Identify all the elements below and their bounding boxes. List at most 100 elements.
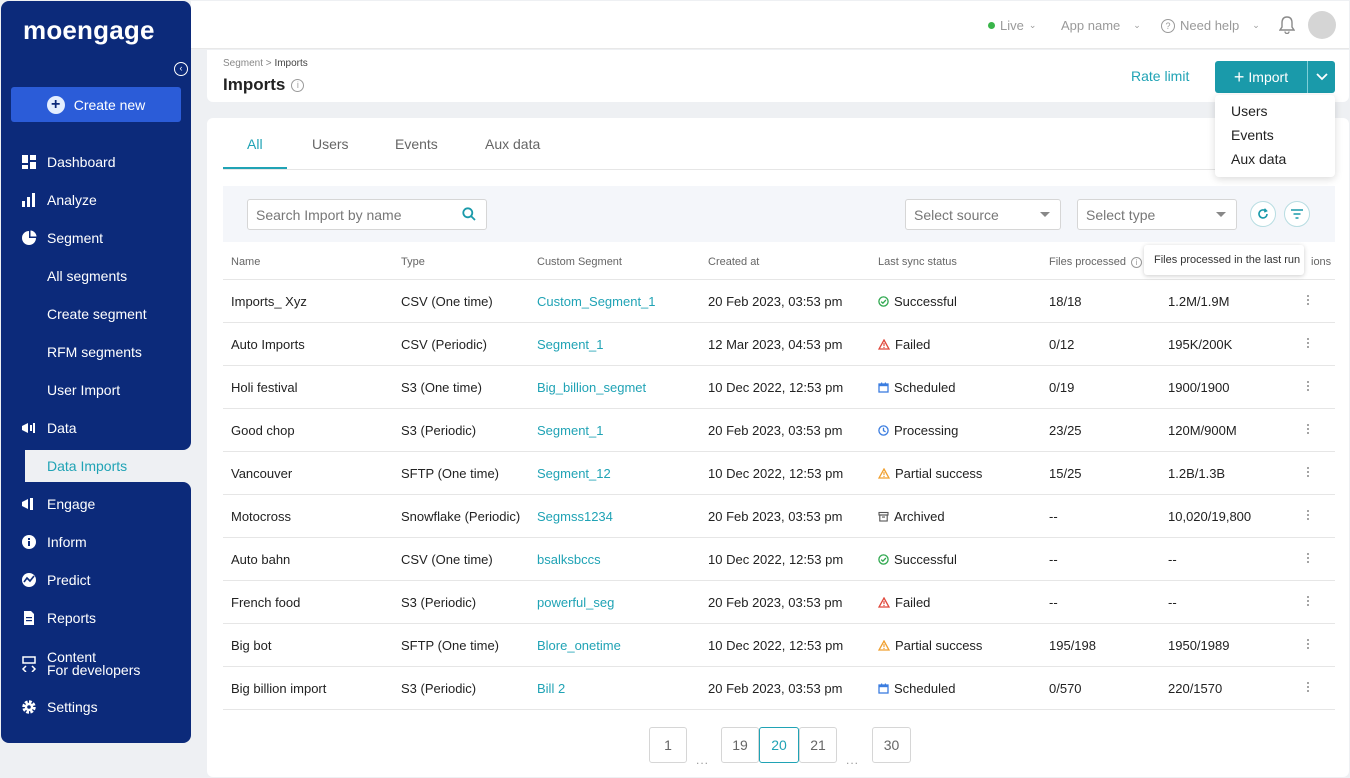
more-actions-icon[interactable] <box>1306 293 1310 307</box>
cell-custom-segment[interactable]: powerful_seg <box>537 595 614 610</box>
moengage-logo[interactable]: moengage <box>23 15 155 46</box>
more-actions-icon[interactable] <box>1306 422 1310 436</box>
predict-icon <box>22 573 36 587</box>
more-actions-icon[interactable] <box>1306 594 1310 608</box>
sidebar-item-rfm-segments[interactable]: RFM segments <box>1 337 191 367</box>
plus-icon: + <box>46 95 65 114</box>
more-actions-icon[interactable] <box>1306 508 1310 522</box>
column-header-files-processed[interactable]: Files processed i <box>1049 256 1143 268</box>
tab-aux-data[interactable]: Aux data <box>485 136 540 152</box>
info-icon[interactable]: i <box>291 78 305 92</box>
table-row[interactable]: Good chop S3 (Periodic) Segment_1 20 Feb 20… <box>223 409 1335 452</box>
page-button-20[interactable]: 20 <box>759 727 799 763</box>
info-icon[interactable]: i <box>1131 256 1143 268</box>
column-header-name[interactable]: Name <box>231 256 260 268</box>
import-menu-item-aux-data[interactable]: Aux data <box>1215 151 1335 175</box>
sidebar-item-segment[interactable]: Segment <box>1 223 191 253</box>
need-help-menu[interactable]: ? Need help ⌄ <box>1161 18 1260 33</box>
table-row[interactable]: Vancouver SFTP (One time) Segment_12 10 Dec… <box>223 452 1335 495</box>
sidebar-item-user-import[interactable]: User Import <box>1 375 191 405</box>
imports-card: All Users Events Aux data Select source … <box>207 118 1349 777</box>
app-selector[interactable]: App name ⌄ <box>1061 18 1141 33</box>
cell-files-processed: 23/25 <box>1049 423 1082 438</box>
cell-files-processed: 18/18 <box>1049 294 1082 309</box>
sidebar-item-data-imports[interactable]: Data Imports <box>1 451 191 481</box>
cell-status: Successful <box>878 552 957 567</box>
sidebar-item-analyze[interactable]: Analyze <box>1 185 191 215</box>
page-button-1[interactable]: 1 <box>649 727 687 763</box>
cell-files-processed: 195/198 <box>1049 638 1096 653</box>
refresh-button[interactable] <box>1250 201 1276 227</box>
tab-users[interactable]: Users <box>312 136 349 152</box>
cell-custom-segment[interactable]: Big_billion_segmet <box>537 380 646 395</box>
table-row[interactable]: French food S3 (Periodic) powerful_seg 20 F… <box>223 581 1335 624</box>
sidebar-item-inform[interactable]: Inform <box>1 527 191 557</box>
files-processed-tooltip: Files processed in the last run <box>1144 245 1304 275</box>
column-header-custom-segment[interactable]: Custom Segment <box>537 256 622 268</box>
cell-type: S3 (Periodic) <box>401 595 477 610</box>
more-actions-icon[interactable] <box>1306 379 1310 393</box>
cell-created-at: 10 Dec 2022, 12:53 pm <box>708 380 844 395</box>
cell-custom-segment[interactable]: Segment_1 <box>537 337 604 352</box>
table-row[interactable]: Imports_ Xyz CSV (One time) Custom_Segment… <box>223 280 1335 323</box>
sidebar-item-dashboard[interactable]: Dashboard <box>1 147 191 177</box>
cell-created-at: 20 Feb 2023, 03:53 pm <box>708 509 843 524</box>
more-actions-icon[interactable] <box>1306 637 1310 651</box>
sidebar-item-predict[interactable]: Predict <box>1 565 191 595</box>
filter-button[interactable] <box>1284 201 1310 227</box>
table-row[interactable]: Big billion import S3 (Periodic) Bill 2 20 … <box>223 667 1335 710</box>
table-row[interactable]: Big bot SFTP (One time) Blore_onetime 10 De… <box>223 624 1335 667</box>
environment-selector[interactable]: Live ⌄ <box>988 18 1036 33</box>
import-dropdown-toggle[interactable] <box>1307 61 1335 93</box>
sidebar-item-content[interactable]: Content For developers <box>1 648 191 680</box>
collapse-sidebar-icon[interactable]: ‹ <box>174 62 188 76</box>
calendar-icon <box>878 683 889 694</box>
import-menu-item-users[interactable]: Users <box>1215 103 1335 127</box>
page-button-30[interactable]: 30 <box>872 727 911 763</box>
cell-custom-segment[interactable]: Blore_onetime <box>537 638 621 653</box>
select-type-dropdown[interactable]: Select type <box>1077 199 1237 230</box>
cell-name: Big billion import <box>231 681 327 696</box>
select-source-dropdown[interactable]: Select source <box>905 199 1061 230</box>
search-icon[interactable] <box>462 207 476 221</box>
table-row[interactable]: Auto Imports CSV (Periodic) Segment_1 12 Ma… <box>223 323 1335 366</box>
sidebar-item-data[interactable]: Data <box>1 413 191 443</box>
cell-custom-segment[interactable]: Segmss1234 <box>537 509 613 524</box>
column-header-last-sync-status[interactable]: Last sync status <box>878 256 957 268</box>
top-bar: Live ⌄ App name ⌄ ? Need help ⌄ <box>191 1 1349 49</box>
table-row[interactable]: Holi festival S3 (One time) Big_billion_se… <box>223 366 1335 409</box>
select-source-placeholder: Select source <box>914 207 999 223</box>
column-header-type[interactable]: Type <box>401 256 425 268</box>
cell-custom-segment[interactable]: Segment_1 <box>537 423 604 438</box>
create-new-button[interactable]: + Create new <box>11 87 181 122</box>
column-header-created-at[interactable]: Created at <box>708 256 759 268</box>
sidebar-item-all-segments[interactable]: All segments <box>1 261 191 291</box>
more-actions-icon[interactable] <box>1306 465 1310 479</box>
cell-custom-segment[interactable]: bsalksbccs <box>537 552 601 567</box>
breadcrumb-parent-link[interactable]: Segment <box>223 58 263 69</box>
tab-events[interactable]: Events <box>395 136 438 152</box>
import-menu-item-events[interactable]: Events <box>1215 127 1335 151</box>
tab-all[interactable]: All <box>247 136 263 152</box>
user-avatar[interactable] <box>1308 11 1336 39</box>
table-row[interactable]: Motocross Snowflake (Periodic) Segmss1234 2… <box>223 495 1335 538</box>
search-input[interactable] <box>248 200 448 229</box>
cell-custom-segment[interactable]: Bill 2 <box>537 681 565 696</box>
page-button-21[interactable]: 21 <box>799 727 837 763</box>
notification-bell-icon[interactable] <box>1279 16 1295 34</box>
cell-files-processed: -- <box>1049 595 1058 610</box>
more-actions-icon[interactable] <box>1306 680 1310 694</box>
sidebar-item-create-segment[interactable]: Create segment <box>1 299 191 329</box>
cell-custom-segment[interactable]: Custom_Segment_1 <box>537 294 656 309</box>
cell-custom-segment[interactable]: Segment_12 <box>537 466 611 481</box>
page-button-19[interactable]: 19 <box>721 727 759 763</box>
more-actions-icon[interactable] <box>1306 551 1310 565</box>
rate-limit-link[interactable]: Rate limit <box>1131 68 1189 84</box>
table-row[interactable]: Auto bahn CSV (One time) bsalksbccs 10 Dec … <box>223 538 1335 581</box>
sidebar-item-reports[interactable]: Reports <box>1 603 191 633</box>
sidebar-item-settings[interactable]: Settings <box>1 692 191 722</box>
import-button[interactable]: + Import <box>1215 61 1307 93</box>
create-new-label: Create new <box>73 96 146 113</box>
sidebar-item-engage[interactable]: Engage <box>1 489 191 519</box>
more-actions-icon[interactable] <box>1306 336 1310 350</box>
